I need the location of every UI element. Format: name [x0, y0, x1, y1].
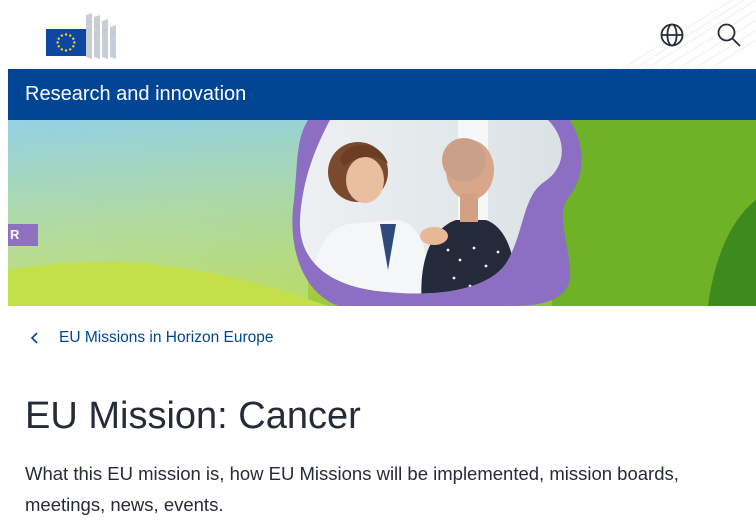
search-icon[interactable]: [716, 22, 742, 48]
page-title: EU Mission: Cancer: [25, 395, 361, 437]
site-header-bar: Research and innovation: [8, 69, 756, 120]
chevron-left-icon[interactable]: [29, 330, 41, 346]
site-title-link[interactable]: Research and innovation: [25, 82, 246, 106]
back-link[interactable]: EU Missions in Horizon Europe: [59, 329, 274, 347]
globe-icon[interactable]: [659, 22, 685, 48]
page-description: What this EU mission is, how EU Missions…: [25, 463, 679, 515]
european-commission-logo[interactable]: [42, 13, 120, 59]
hero-image: [8, 120, 756, 306]
hero-tag: R: [8, 224, 38, 246]
top-header: [0, 0, 756, 69]
breadcrumb: EU Missions in Horizon Europe: [29, 328, 274, 348]
hero-banner: R: [8, 120, 756, 306]
